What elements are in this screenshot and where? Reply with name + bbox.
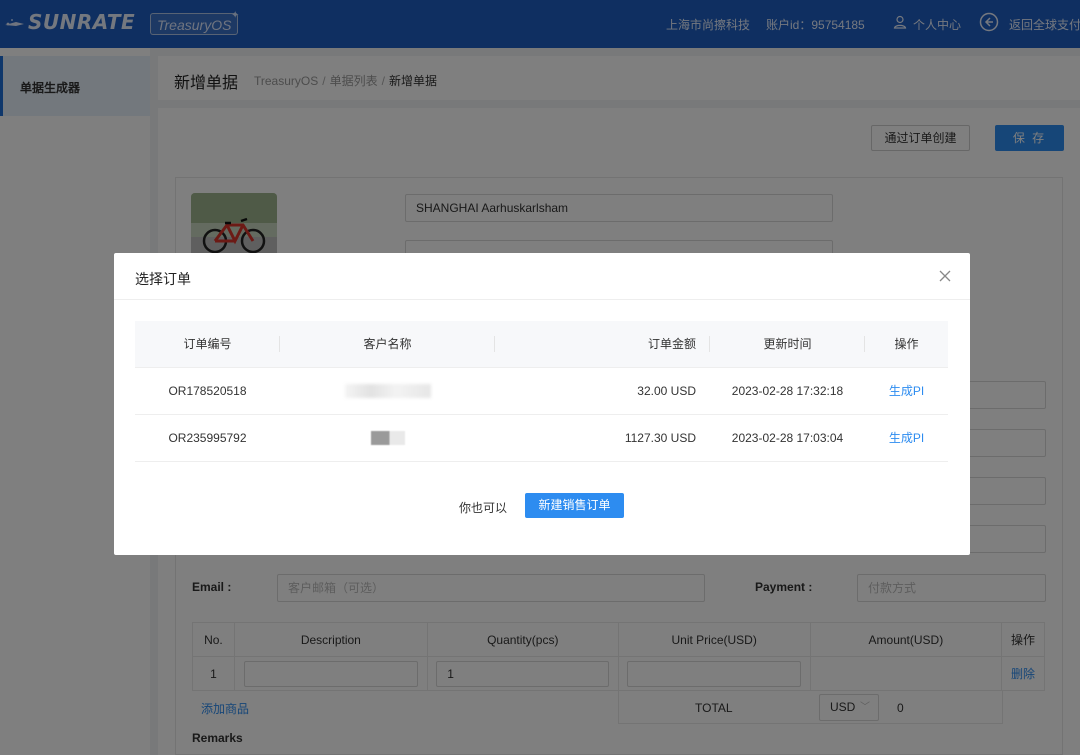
column-header: 客户名称 xyxy=(363,337,412,352)
dialog-title: 选择订单 xyxy=(135,271,191,287)
table-row[interactable]: OR178520518 32.00 USD 2023-02-28 17:32:1… xyxy=(135,367,948,415)
new-sales-order-button[interactable]: 新建销售订单 xyxy=(525,493,624,518)
updated-time: 2023-02-28 17:32:18 xyxy=(710,367,865,415)
order-table: 订单编号 客户名称 订单金额 更新时间 操作 OR178520518 32.00… xyxy=(135,321,948,462)
alternative-text: 你也可以 xyxy=(459,501,508,515)
customer-name-redacted xyxy=(344,383,431,398)
order-amount: 32.00 USD xyxy=(495,367,710,415)
updated-time: 2023-02-28 17:03:04 xyxy=(710,414,865,462)
select-order-dialog: 选择订单 订单编号 客户名称 订单金额 更新时间 操作 OR178520518 … xyxy=(114,253,970,555)
order-number: OR178520518 xyxy=(135,367,280,415)
generate-pi-link[interactable]: 生成PI xyxy=(889,431,924,445)
table-header-row: 订单编号 客户名称 订单金额 更新时间 操作 xyxy=(135,321,948,368)
generate-pi-link[interactable]: 生成PI xyxy=(889,384,924,398)
close-icon[interactable] xyxy=(938,269,952,283)
order-number: OR235995792 xyxy=(135,414,280,462)
table-row[interactable]: OR235995792 1127.30 USD 2023-02-28 17:03… xyxy=(135,414,948,462)
order-amount: 1127.30 USD xyxy=(495,414,710,462)
column-header: 订单编号 xyxy=(183,337,232,352)
column-header: 更新时间 xyxy=(763,337,812,352)
divider xyxy=(114,299,970,300)
customer-name-redacted xyxy=(370,430,405,445)
column-header: 操作 xyxy=(894,337,919,352)
column-header: 订单金额 xyxy=(647,337,696,352)
